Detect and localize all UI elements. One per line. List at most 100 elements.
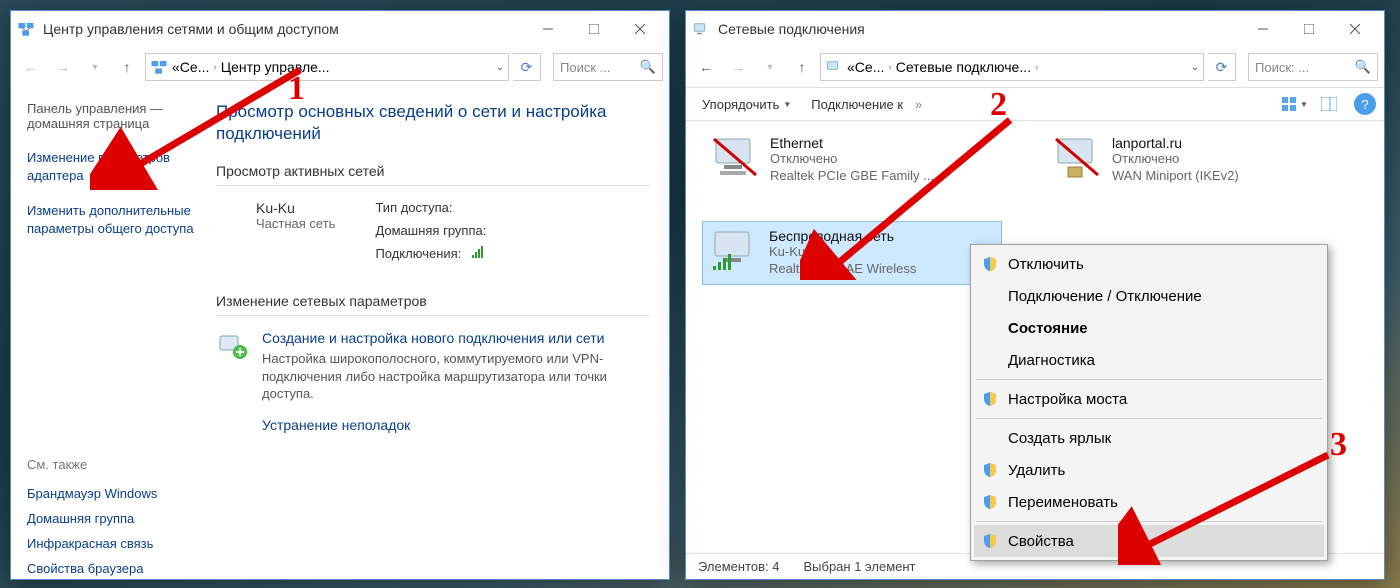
context-item[interactable]: Настройка моста [974,383,1324,415]
connect-to-button[interactable]: Подключение к [803,95,911,114]
shield-icon [982,533,998,549]
adapter-item-lanportal[interactable]: lanportal.ru Отключено WAN Miniport (IKE… [1046,129,1346,191]
network-center-icon [17,20,35,38]
context-item-label: Настройка моста [1008,391,1127,408]
network-connections-icon [692,20,710,38]
crumb-part[interactable]: Центр управле... [221,59,330,75]
minimize-button[interactable] [1240,14,1286,44]
view-options-button[interactable]: ▼ [1280,91,1310,117]
adapter-item-wireless[interactable]: Беспроводная сеть Ku-Ku Realtek 8821AE W… [702,221,1002,285]
network-center-icon [150,58,168,76]
search-input[interactable]: Поиск ... 🔍 [553,53,663,81]
chevron-down-icon: ▼ [783,100,791,109]
preview-pane-button[interactable] [1314,91,1344,117]
context-item[interactable]: Состояние [974,312,1324,344]
link-sharing-settings[interactable]: Изменить дополнительные параметры общего… [27,202,200,237]
network-name: Ku-Ku [256,200,335,216]
context-item-label: Удалить [1008,462,1065,479]
context-item-label: Подключение / Отключение [1008,288,1202,305]
context-item[interactable]: Отключить [974,248,1324,280]
context-item[interactable]: Подключение / Отключение [974,280,1324,312]
organize-button[interactable]: Упорядочить▼ [694,95,799,114]
close-button[interactable] [1332,14,1378,44]
breadcrumb[interactable]: « Се... › Сетевые подключе... › ⌄ [820,53,1204,81]
signal-icon [472,246,486,258]
adapter-name: Беспроводная сеть [769,228,916,244]
section-active-networks: Просмотр активных сетей [216,163,649,179]
adapter-name: Ethernet [770,135,934,151]
adapter-item-ethernet[interactable]: Ethernet Отключено Realtek PCIe GBE Fami… [704,129,1004,191]
crumb-dropdown[interactable]: ⌄ [496,62,504,73]
network-connections-icon [825,58,843,76]
context-item-label: Отключить [1008,256,1084,273]
link-firewall[interactable]: Брандмауэр Windows [27,486,200,501]
back-button[interactable]: ← [692,53,720,81]
recent-dropdown[interactable]: ▾ [756,53,784,81]
up-button[interactable]: ↑ [113,53,141,81]
titlebar: Сетевые подключения [686,11,1384,47]
link-troubleshoot[interactable]: Устранение неполадок [262,417,649,433]
forward-button[interactable]: → [49,53,77,81]
context-item[interactable]: Удалить [974,454,1324,486]
forward-button[interactable]: → [724,53,752,81]
ethernet-icon [710,135,760,179]
shield-icon [982,462,998,478]
sidebar-intro[interactable]: Панель управления — домашняя страница [27,101,200,131]
crumb-part[interactable]: Се... [180,59,210,75]
help-button[interactable]: ? [1354,93,1376,115]
adapter-status: Ku-Ku [769,244,916,261]
context-item-label: Свойства [1008,533,1074,550]
back-button[interactable]: ← [17,53,45,81]
adapter-device: Realtek PCIe GBE Family ... [770,168,934,185]
crumb-part[interactable]: Се... [855,59,885,75]
refresh-button[interactable]: ⟳ [513,53,541,81]
link-adapter-settings[interactable]: Изменение параметров адаптера [27,149,200,184]
up-button[interactable]: ↑ [788,53,816,81]
window-title: Сетевые подключения [718,21,865,37]
link-browser-props[interactable]: Свойства браузера [27,561,200,576]
annotation-number-3: 3 [1330,426,1347,464]
crumb-dropdown[interactable]: ⌄ [1191,62,1199,73]
annotation-number-1: 1 [288,70,305,108]
context-item[interactable]: Создать ярлык [974,422,1324,454]
maximize-button[interactable] [571,14,617,44]
chevron-right-icon: › [213,62,216,73]
search-icon: 🔍 [640,59,656,75]
crumb-part[interactable]: Сетевые подключе... [896,59,1031,75]
link-new-connection[interactable]: Создание и настройка нового подключения … [262,330,649,346]
page-heading: Просмотр основных сведений о сети и наст… [216,101,649,145]
adapter-status: Отключено [1112,151,1239,168]
context-separator [976,521,1322,522]
context-item-label: Создать ярлык [1008,430,1111,447]
label-homegroup: Домашняя группа: [375,223,486,238]
context-separator [976,379,1322,380]
shield-icon [982,391,998,407]
maximize-button[interactable] [1286,14,1332,44]
wireless-icon [709,228,759,272]
search-placeholder: Поиск: ... [1255,60,1309,75]
context-item[interactable]: Свойства [974,525,1324,557]
search-input[interactable]: Поиск: ... 🔍 [1248,53,1378,81]
label-access-type: Тип доступа: [375,200,486,215]
context-item-label: Диагностика [1008,352,1095,369]
recent-dropdown[interactable]: ▾ [81,53,109,81]
adapter-status: Отключено [770,151,934,168]
minimize-button[interactable] [525,14,571,44]
annotation-number-2: 2 [990,86,1007,124]
refresh-button[interactable]: ⟳ [1208,53,1236,81]
nav-bar: ← → ▾ ↑ « Се... › Сетевые подключе... › … [686,47,1384,87]
context-item-label: Состояние [1008,320,1088,337]
sidebar: Панель управления — домашняя страница Из… [11,87,216,579]
new-connection-desc: Настройка широкополосного, коммутируемог… [262,350,649,403]
adapter-device: WAN Miniport (IKEv2) [1112,168,1239,185]
context-item[interactable]: Диагностика [974,344,1324,376]
link-infrared[interactable]: Инфракрасная связь [27,536,200,551]
breadcrumb[interactable]: « Се... › Центр управле... ⌄ [145,53,509,81]
context-separator [976,418,1322,419]
link-homegroup[interactable]: Домашняя группа [27,511,200,526]
context-item[interactable]: Переименовать [974,486,1324,518]
close-button[interactable] [617,14,663,44]
label-connections: Подключения: [375,246,461,261]
context-item-label: Переименовать [1008,494,1118,511]
context-menu: Отключить Подключение / Отключение Состоян… [970,244,1328,561]
